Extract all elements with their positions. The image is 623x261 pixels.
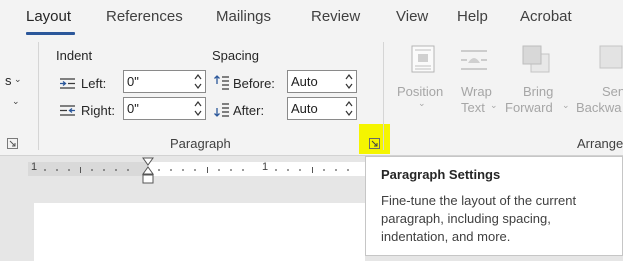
tab-review[interactable]: Review xyxy=(311,8,360,25)
spacing-heading: Spacing xyxy=(212,48,259,63)
paragraph-settings-launcher-icon[interactable] xyxy=(369,138,380,149)
document-page[interactable] xyxy=(34,203,365,261)
wrap-text-label-2[interactable]: Text xyxy=(461,100,485,115)
chevron-down-icon[interactable]: ⌄ xyxy=(14,74,22,85)
bring-forward-icon xyxy=(522,45,550,73)
bring-forward-label-2[interactable]: Forward xyxy=(505,100,553,115)
spin-arrows-icon[interactable] xyxy=(193,99,203,118)
spacing-after-icon xyxy=(214,103,229,117)
spacing-after-label: After: xyxy=(233,103,265,118)
indent-marker-icon[interactable] xyxy=(142,157,154,185)
dialog-launcher-icon[interactable] xyxy=(7,138,18,149)
indent-right-value: 0" xyxy=(127,101,139,116)
arrange-group-label: Arrange xyxy=(577,136,623,151)
tab-acrobat[interactable]: Acrobat xyxy=(520,8,572,25)
wrap-text-label-1[interactable]: Wrap xyxy=(461,84,492,99)
spin-arrows-icon[interactable] xyxy=(344,99,354,118)
send-backward-label-2[interactable]: Backwa xyxy=(576,100,623,115)
spin-arrows-icon[interactable] xyxy=(344,72,354,91)
tooltip-title: Paragraph Settings xyxy=(381,167,501,182)
spacing-before-spinner[interactable]: Auto xyxy=(287,70,357,93)
tooltip-description-line: indentation, and more. xyxy=(381,229,511,244)
partial-group-label: s xyxy=(5,73,12,88)
indent-left-label: Left: xyxy=(81,76,107,91)
chevron-down-icon: ⌄ xyxy=(418,98,426,108)
wrap-text-icon xyxy=(461,50,487,70)
indent-right-label: Right: xyxy=(81,103,115,118)
chevron-down-icon[interactable]: ⌄ xyxy=(12,96,20,107)
indent-left-icon xyxy=(60,78,75,89)
group-separator xyxy=(383,42,384,150)
paragraph-group-label: Paragraph xyxy=(170,136,231,151)
position-button[interactable]: Position xyxy=(397,84,443,99)
send-backward-label-1[interactable]: Sen xyxy=(602,84,623,99)
indent-left-spinner[interactable]: 0" xyxy=(123,70,206,93)
ribbon-tab-bar: Layout References Mailings Review View H… xyxy=(0,0,623,38)
group-separator xyxy=(38,42,39,150)
ruler-ticks xyxy=(44,167,349,173)
paragraph-settings-tooltip: Paragraph Settings Fine-tune the layout … xyxy=(365,156,623,256)
indent-heading: Indent xyxy=(56,48,93,63)
position-icon xyxy=(411,45,435,73)
indent-right-spinner[interactable]: 0" xyxy=(123,97,206,120)
tooltip-description-line: paragraph, including spacing, xyxy=(381,211,551,226)
spacing-before-value: Auto xyxy=(291,74,318,89)
tab-layout[interactable]: Layout xyxy=(26,8,71,25)
tab-view[interactable]: View xyxy=(396,8,428,25)
chevron-down-icon: ⌄ xyxy=(490,100,498,110)
tab-references[interactable]: References xyxy=(106,8,183,25)
indent-left-value: 0" xyxy=(127,74,139,89)
indent-right-icon xyxy=(60,105,75,116)
spacing-after-spinner[interactable]: Auto xyxy=(287,97,357,120)
tooltip-description-line: Fine-tune the layout of the current xyxy=(381,193,577,208)
spacing-after-value: Auto xyxy=(291,101,318,116)
tab-help[interactable]: Help xyxy=(457,8,488,25)
bring-forward-label-1[interactable]: Bring xyxy=(523,84,553,99)
tab-mailings[interactable]: Mailings xyxy=(216,8,271,25)
spin-arrows-icon[interactable] xyxy=(193,72,203,91)
spacing-before-label: Before: xyxy=(233,76,275,91)
ruler-number: 1 xyxy=(31,161,38,173)
spacing-before-icon xyxy=(214,75,229,90)
active-tab-indicator xyxy=(26,32,75,35)
chevron-down-icon: ⌄ xyxy=(562,100,570,110)
send-backward-icon xyxy=(599,45,623,69)
